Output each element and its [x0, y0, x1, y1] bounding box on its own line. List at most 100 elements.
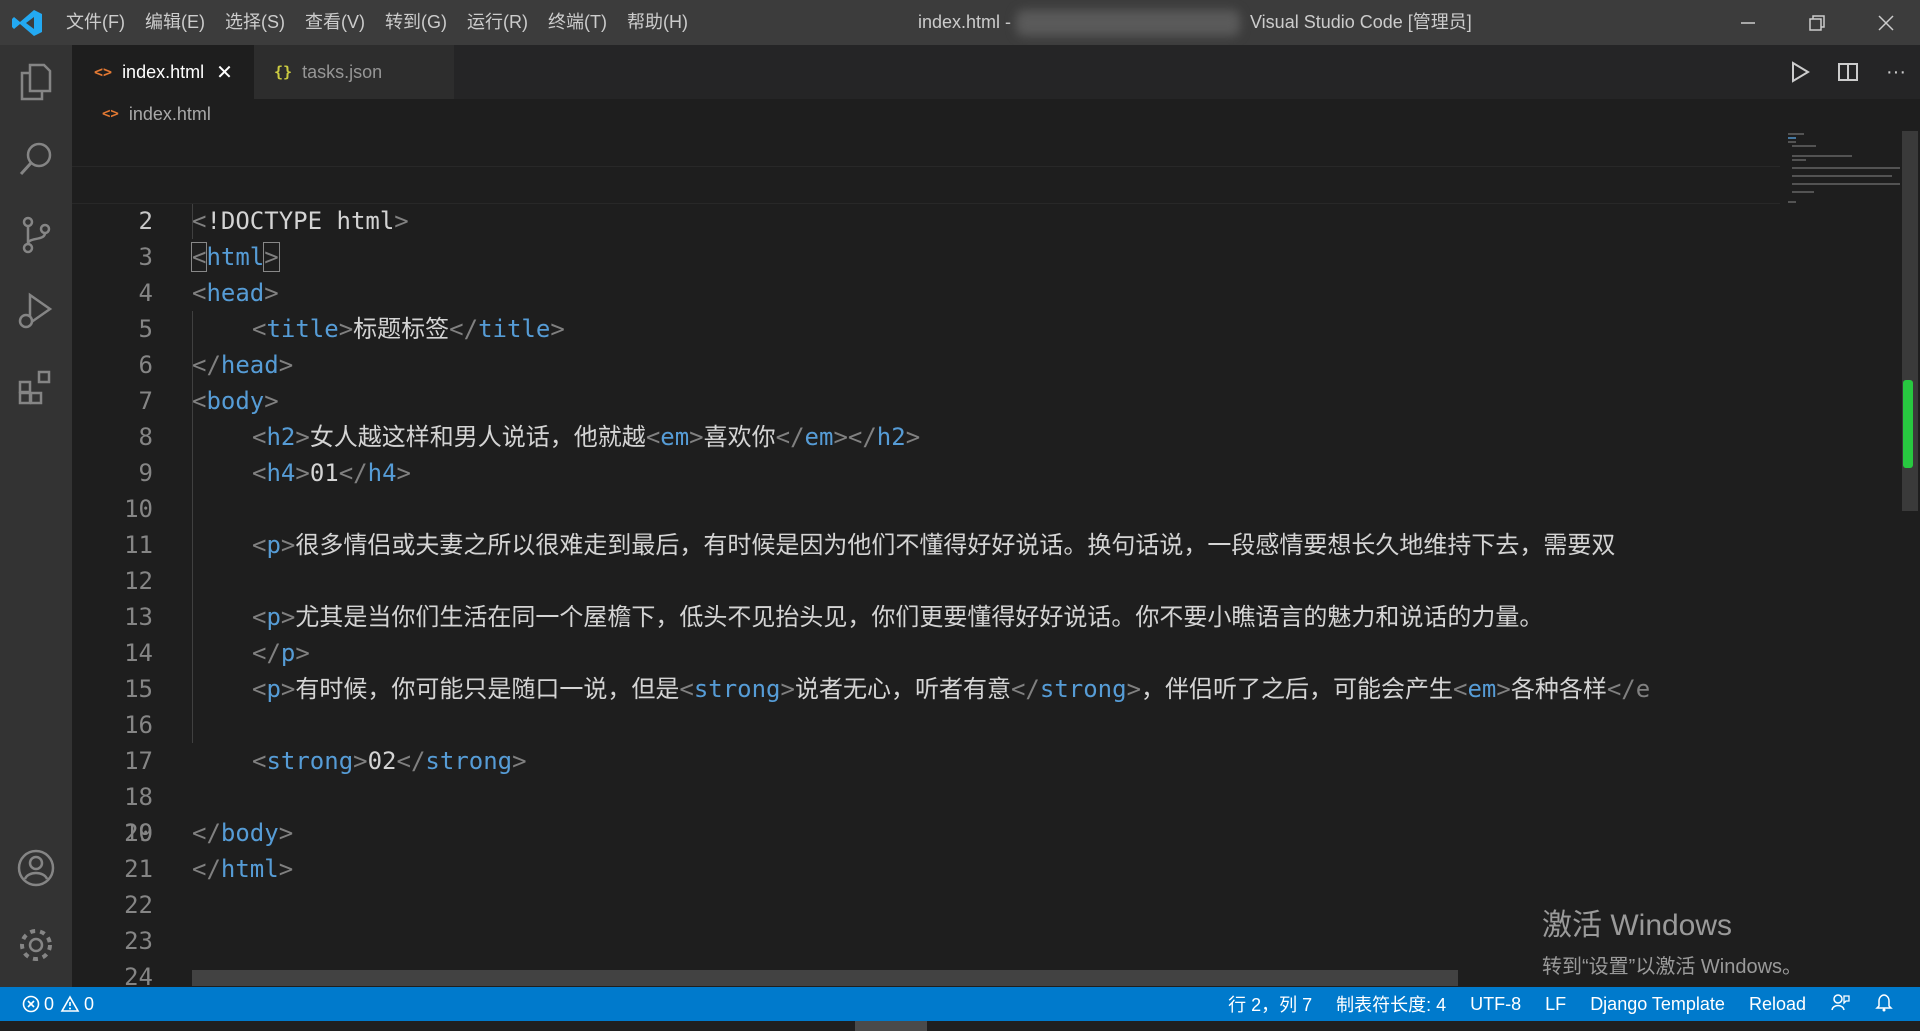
run-debug-icon: [18, 292, 53, 329]
line-number: 22: [124, 891, 153, 919]
minimap-line: [1792, 155, 1852, 157]
code-line: 23: [72, 923, 1780, 959]
tab-size[interactable]: 制表符长度: 4: [1336, 991, 1446, 1017]
extensions-icon: [18, 370, 51, 405]
error-icon: [22, 995, 40, 1013]
tab-tasks-json[interactable]: {} tasks.json: [254, 45, 454, 99]
gear-icon: [20, 929, 52, 961]
breadcrumb-file[interactable]: index.html: [129, 104, 211, 125]
json-file-icon: {}: [274, 63, 293, 81]
html-file-icon: <>: [102, 106, 119, 122]
watermark-subtitle: 转到“设置”以激活 Windows。: [1542, 956, 1803, 978]
minimap-line: [1792, 191, 1814, 193]
notifications-button[interactable]: [1874, 992, 1894, 1017]
tab-index-html[interactable]: <> index.html ✕: [72, 45, 274, 99]
source-control-icon: [22, 216, 51, 254]
taskbar-strip: [0, 1021, 1920, 1031]
vscode-logo-icon[interactable]: [10, 8, 44, 38]
split-editor-button[interactable]: [1824, 45, 1872, 99]
search-button[interactable]: [14, 137, 58, 181]
play-icon: [1792, 61, 1810, 83]
code-line: 11: [72, 491, 1780, 559]
extensions-button[interactable]: [14, 365, 58, 409]
close-icon: [1878, 14, 1894, 31]
code-line-current: 2 <html>: [72, 166, 1780, 272]
minimize-icon: [1741, 21, 1755, 24]
minimap-line: [1788, 201, 1796, 203]
code-editor[interactable]: 1 <!DOCTYPE html> 2 <html> 3 <head> 4 <t…: [72, 131, 1780, 986]
minimap[interactable]: [1782, 131, 1902, 986]
account-icon: [17, 849, 55, 887]
code-line: 10 <p>很多情侣或夫妻之所以很难走到最后，有时候是因为他们不懂得好好说话。换…: [72, 455, 1780, 559]
warning-count: 0: [84, 993, 95, 1014]
source-control-button[interactable]: [14, 213, 58, 257]
menu-help[interactable]: 帮助(H): [617, 0, 698, 45]
minimap-line: [1792, 167, 1900, 169]
line-number: 21: [124, 855, 153, 883]
status-problems[interactable]: 0 0: [22, 987, 94, 1021]
activity-bar: [0, 45, 72, 987]
line-number: 23: [124, 927, 153, 955]
language-mode[interactable]: Django Template: [1590, 994, 1725, 1015]
encoding[interactable]: UTF-8: [1470, 994, 1521, 1015]
watermark-title: 激活 Windows: [1542, 909, 1733, 942]
html-file-icon: <>: [94, 63, 113, 81]
code-line: 9: [72, 419, 1780, 487]
accounts-button[interactable]: [14, 846, 58, 890]
error-count: 0: [44, 993, 55, 1014]
minimap-line: [1792, 145, 1816, 147]
menu-edit[interactable]: 编辑(E): [135, 0, 215, 45]
menu-view[interactable]: 查看(V): [295, 0, 375, 45]
tab-label: index.html: [122, 61, 205, 82]
menu-terminal[interactable]: 终端(T): [538, 0, 617, 45]
horizontal-scrollbar-thumb[interactable]: [192, 970, 1458, 986]
code-line: 21: [72, 851, 1780, 887]
code-line: 14 <p>有时候，你可能只是随口一说，但是<strong>说者无心，听者有意<…: [72, 599, 1780, 703]
reload-button[interactable]: Reload: [1749, 994, 1806, 1015]
end-of-line[interactable]: LF: [1545, 994, 1566, 1015]
code-line: 12 <p>尤其是当你们生活在同一个屋檐下，低头不见抬头见，你们更要懂得好好说话…: [72, 527, 1780, 631]
menu-run[interactable]: 运行(R): [457, 0, 538, 45]
split-editor-icon: [1838, 63, 1858, 81]
restore-icon: [1809, 14, 1825, 31]
menu-bar: 文件(F) 编辑(E) 选择(S) 查看(V) 转到(G) 运行(R) 终端(T…: [56, 0, 698, 45]
minimap-line: [1788, 137, 1796, 139]
redacted-region: [1016, 10, 1240, 36]
menu-selection[interactable]: 选择(S): [215, 0, 295, 45]
minimize-button[interactable]: [1713, 0, 1783, 45]
run-button[interactable]: [1776, 45, 1824, 99]
menu-file[interactable]: 文件(F): [56, 0, 135, 45]
code-line: 4 <title>标题标签</title>: [72, 239, 1780, 343]
run-debug-button[interactable]: [14, 289, 58, 333]
minimap-line: [1792, 183, 1900, 185]
explorer-button[interactable]: [14, 59, 58, 103]
editor-actions: ···: [1776, 45, 1920, 99]
manage-button[interactable]: [14, 923, 58, 967]
code-line: 20: [72, 815, 1780, 851]
tab-bar: <> index.html ✕ {} tasks.json ···: [72, 45, 1920, 99]
more-actions-button[interactable]: ···: [1872, 45, 1920, 99]
menu-go[interactable]: 转到(G): [375, 0, 457, 45]
cursor-position[interactable]: 行 2，列 7: [1228, 991, 1312, 1017]
search-icon: [19, 142, 52, 176]
code-line: 5 </head>: [72, 275, 1780, 379]
code-line: 6 <body>: [72, 311, 1780, 415]
code-line: 19 </html>: [72, 779, 1780, 883]
files-icon: [20, 63, 52, 101]
ellipsis-icon: ···: [1886, 60, 1906, 83]
code-line: 3 <head>: [72, 203, 1780, 307]
status-right: 行 2，列 7 制表符长度: 4 UTF-8 LF Django Templat…: [1216, 987, 1906, 1021]
close-tab-icon[interactable]: ✕: [216, 60, 233, 85]
code-line: 17: [72, 707, 1780, 775]
windows-activation-watermark: 激活 Windows 转到“设置”以激活 Windows。: [1542, 900, 1802, 979]
restore-button[interactable]: [1782, 0, 1852, 45]
taskbar-indicator: [855, 1021, 927, 1031]
scrollbar-change-marker: [1903, 380, 1913, 468]
code-line: 18 </body>: [72, 743, 1780, 847]
close-window-button[interactable]: [1851, 0, 1920, 45]
tab-label: tasks.json: [302, 61, 383, 82]
warning-icon: [60, 995, 80, 1012]
line-number: 20: [124, 819, 153, 847]
feedback-button[interactable]: [1830, 992, 1850, 1017]
code-line: 8 <h4>01</h4>: [72, 383, 1780, 487]
